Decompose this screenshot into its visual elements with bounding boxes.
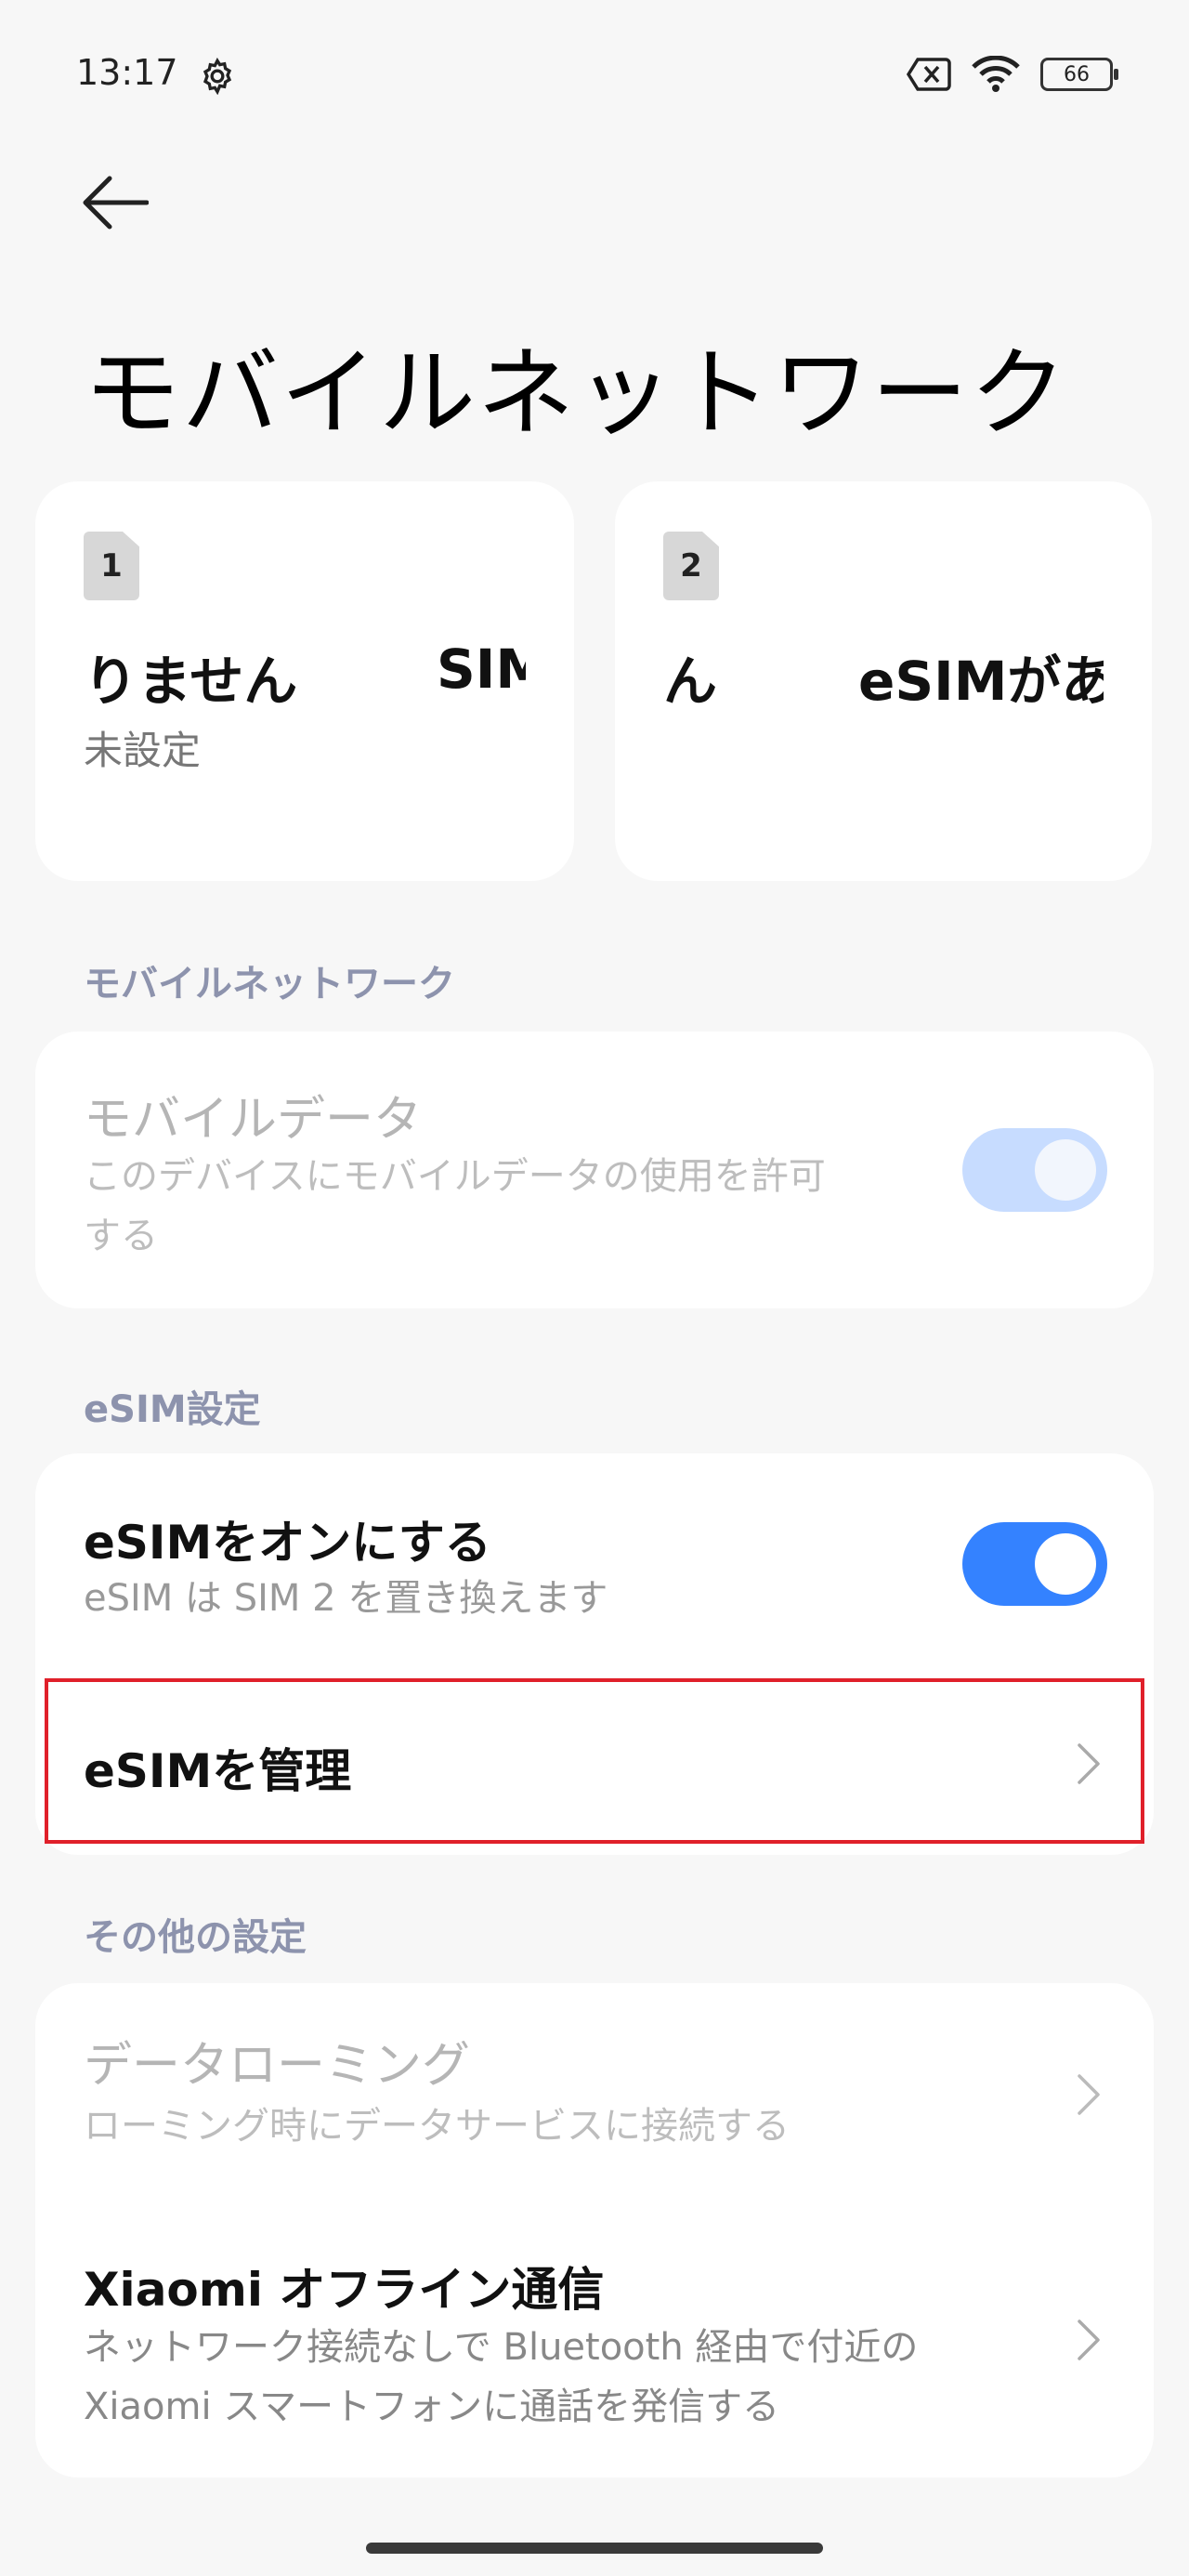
xiaomi-offline-row[interactable]: Xiaomi オフライン通信 ネットワーク接続なしで Bluetooth 経由で… [35, 2215, 1154, 2477]
mobile-data-subtitle: このデバイスにモバイルデータの使用を許可 する [84, 1147, 920, 1266]
toggle-knob [1035, 1139, 1096, 1201]
data-roaming-title: データローミング [84, 2038, 471, 2094]
data-roaming-row[interactable]: データローミング ローミング時にデータサービスに接続する [35, 1983, 1154, 2215]
mobile-data-row[interactable]: モバイルデータ このデバイスにモバイルデータの使用を許可 する [35, 1032, 1154, 1308]
section-label-other: その他の設定 [84, 1916, 307, 1959]
mobile-data-toggle[interactable] [962, 1128, 1107, 1212]
sim-name-clip: りません SIM [84, 481, 526, 881]
sim-name: りません [84, 650, 298, 713]
battery-icon: 66 [1040, 58, 1118, 91]
xiaomi-offline-subtitle-line2: Xiaomi スマートフォンに通話を発信する [84, 2385, 780, 2428]
sim-status: 未設定 [84, 728, 202, 773]
sim-name-marquee: SIM [437, 637, 526, 701]
chevron-right-icon [1078, 2320, 1100, 2360]
data-roaming-subtitle: ローミング時にデータサービスに接続する [84, 2105, 790, 2148]
sim-name: ん [663, 650, 718, 713]
status-time: 13:17 [76, 52, 178, 93]
highlight-box [45, 1678, 1144, 1844]
wifi-icon [972, 56, 1020, 92]
esim-toggle[interactable] [962, 1522, 1107, 1606]
page-title: モバイルネットワーク [84, 336, 1069, 450]
esim-on-row[interactable]: eSIMをオンにする eSIM は SIM 2 を置き換えます [35, 1453, 1154, 1676]
mobile-data-subtitle-line1: このデバイスにモバイルデータの使用を許可 [84, 1155, 826, 1198]
mobile-data-subtitle-line2: する [84, 1215, 158, 1257]
battery-level: 66 [1064, 62, 1090, 86]
section-label-mobile-network: モバイルネットワーク [84, 963, 455, 1005]
toggle-knob [1035, 1533, 1096, 1595]
sim-card-2[interactable]: 2 ん eSIMがあ [615, 481, 1152, 881]
esim-on-subtitle: eSIM は SIM 2 を置き換えます [84, 1577, 608, 1620]
other-card: データローミング ローミング時にデータサービスに接続する Xiaomi オフライ… [35, 1983, 1154, 2477]
status-icons: 66 [907, 56, 1118, 93]
xiaomi-offline-subtitle-line1: ネットワーク接続なしで Bluetooth 経由で付近の [84, 2326, 919, 2369]
chevron-right-icon [1078, 2074, 1100, 2115]
sim-name-clip: ん eSIMがあ [663, 481, 1104, 881]
no-sim-icon [907, 58, 951, 91]
mobile-data-title: モバイルデータ [84, 1092, 423, 1148]
xiaomi-offline-title: Xiaomi オフライン通信 [84, 2263, 605, 2317]
back-arrow-icon[interactable] [82, 175, 149, 230]
section-label-esim: eSIM設定 [84, 1388, 261, 1431]
gear-icon [203, 58, 232, 95]
home-indicator[interactable] [366, 2543, 823, 2554]
esim-on-title: eSIMをオンにする [84, 1516, 491, 1570]
xiaomi-offline-subtitle: ネットワーク接続なしで Bluetooth 経由で付近の Xiaomi スマート… [84, 2318, 1050, 2437]
sim-card-1[interactable]: 1 りません SIM 未設定 [35, 481, 574, 881]
sim-name-marquee: eSIMがあ [858, 650, 1104, 713]
